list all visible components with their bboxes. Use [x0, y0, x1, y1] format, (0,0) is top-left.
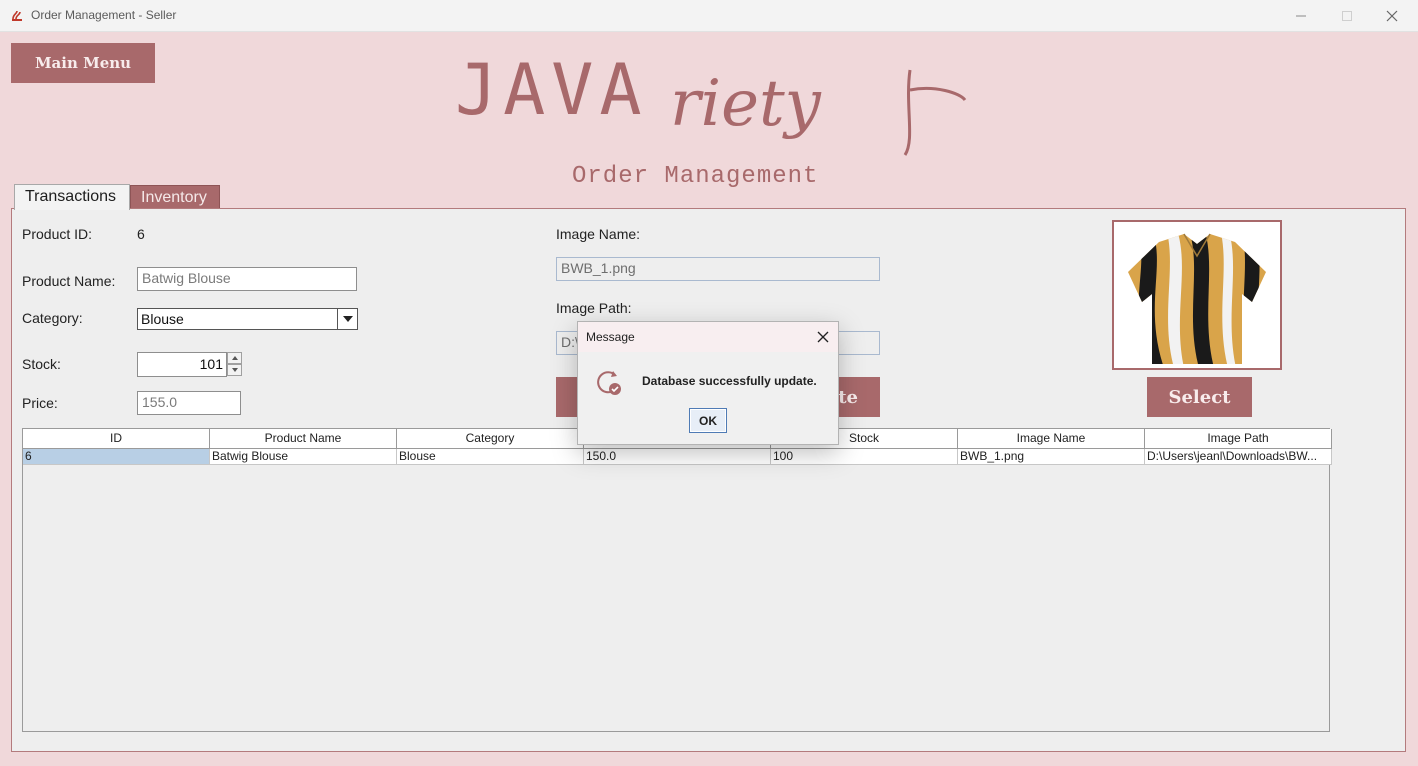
column-header-image-name[interactable]: Image Name: [958, 429, 1145, 449]
close-icon: [817, 331, 829, 343]
dialog-close-button[interactable]: [814, 328, 832, 346]
spin-up-icon[interactable]: [227, 352, 242, 364]
maximize-icon: [1342, 11, 1352, 21]
stock-label: Stock:: [22, 356, 61, 372]
image-name-label: Image Name:: [556, 226, 641, 242]
table-row[interactable]: 6 Batwig Blouse Blouse 150.0 100 BWB_1.p…: [23, 449, 1332, 465]
app-icon: [12, 10, 22, 21]
select-image-button[interactable]: Select: [1147, 377, 1252, 417]
stock-spinner[interactable]: 101: [137, 352, 243, 377]
product-name-label: Product Name:: [22, 273, 116, 289]
column-header-category[interactable]: Category: [397, 429, 584, 449]
chevron-down-icon[interactable]: [337, 309, 357, 329]
category-dropdown[interactable]: Blouse: [137, 308, 358, 330]
minimize-icon: [1296, 15, 1306, 17]
table-cell[interactable]: D:\Users\jeanl\Downloads\BW...: [1145, 449, 1332, 465]
product-id-label: Product ID:: [22, 226, 93, 242]
tab-transactions[interactable]: Transactions: [14, 184, 130, 210]
message-dialog: Message Database successfully update. OK: [577, 321, 839, 445]
dialog-message: Database successfully update.: [642, 374, 817, 388]
close-icon: [1386, 10, 1398, 22]
window-titlebar: Order Management - Seller: [0, 0, 1418, 32]
stock-field[interactable]: 101: [137, 352, 227, 377]
minimize-button[interactable]: [1278, 0, 1324, 32]
image-path-label: Image Path:: [556, 300, 632, 316]
logo-script: riety: [670, 67, 967, 156]
logo-script-text: riety: [670, 67, 822, 141]
table-cell[interactable]: 150.0: [584, 449, 771, 465]
blouse-image: [1128, 233, 1266, 364]
product-name-field[interactable]: Batwig Blouse: [137, 267, 357, 291]
window-title: Order Management - Seller: [31, 8, 177, 22]
product-image: [1112, 220, 1282, 370]
spin-down-icon[interactable]: [227, 364, 242, 376]
close-button[interactable]: [1369, 0, 1415, 32]
product-id-value: 6: [137, 226, 145, 242]
table-cell[interactable]: Batwig Blouse: [210, 449, 397, 465]
table-cell[interactable]: 6: [23, 449, 210, 465]
column-header-product-name[interactable]: Product Name: [210, 429, 397, 449]
column-header-id[interactable]: ID: [23, 429, 210, 449]
ok-button[interactable]: OK: [689, 408, 727, 433]
update-button-label: te: [838, 386, 858, 408]
refresh-check-icon: [597, 371, 621, 395]
image-name-field: BWB_1.png: [556, 257, 880, 281]
logo-java-text: JAVA: [455, 49, 648, 131]
price-label: Price:: [22, 395, 58, 411]
column-header-image-path[interactable]: Image Path: [1145, 429, 1332, 449]
table-cell[interactable]: 100: [771, 449, 958, 465]
main-menu-button[interactable]: Main Menu: [11, 43, 155, 83]
page-subtitle: Order Management: [572, 163, 819, 190]
price-field[interactable]: 155.0: [137, 391, 241, 415]
dialog-title: Message: [586, 330, 635, 344]
category-selected-value: Blouse: [141, 311, 184, 327]
table-cell[interactable]: Blouse: [397, 449, 584, 465]
inventory-table[interactable]: ID Product Name Category Stock Image Nam…: [22, 428, 1332, 732]
category-label: Category:: [22, 310, 83, 326]
table-cell[interactable]: BWB_1.png: [958, 449, 1145, 465]
maximize-button[interactable]: [1324, 0, 1370, 32]
